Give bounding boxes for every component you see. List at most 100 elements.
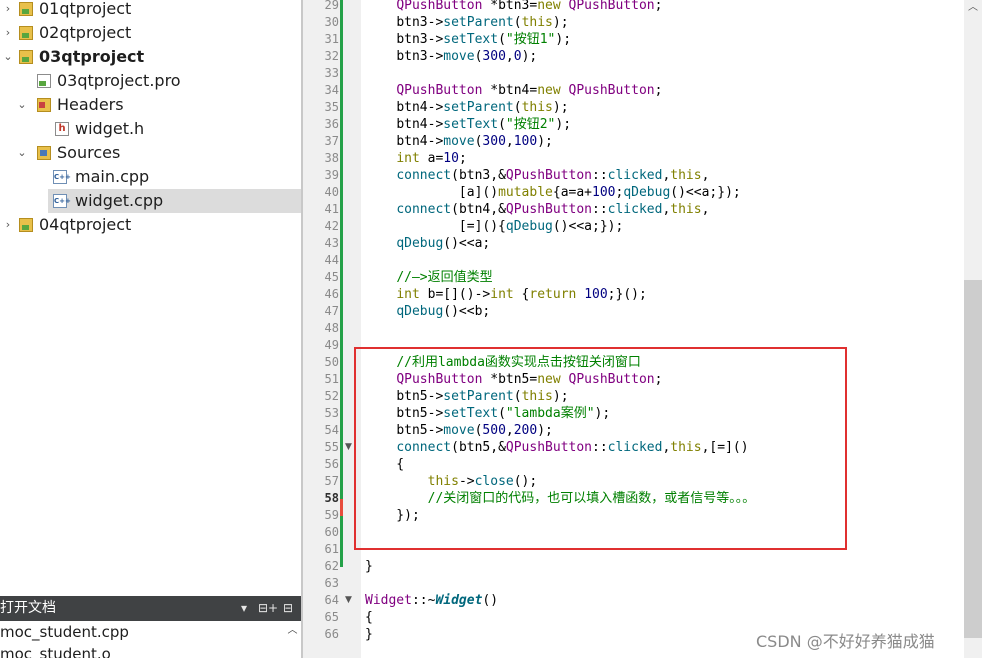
code-line[interactable]: btn3->setText("按钮1"); xyxy=(365,31,571,48)
tree-item-label: 04qtproject xyxy=(39,215,132,234)
line-number: 31 xyxy=(324,32,339,46)
line-number: 61 xyxy=(324,542,339,556)
line-number: 37 xyxy=(324,134,339,148)
chevron-right-icon[interactable]: › xyxy=(2,21,14,45)
tree-item-03qtproject[interactable]: ⌄ 03qtproject xyxy=(0,45,301,69)
line-number: 34 xyxy=(324,83,339,97)
line-number: 46 xyxy=(324,287,339,301)
dropdown-arrow-icon[interactable]: ▾ xyxy=(241,596,247,621)
highlight-annotation-box xyxy=(354,347,847,550)
scroll-up-icon[interactable]: ︿ xyxy=(964,0,982,16)
tree-item-headers[interactable]: ⌄ Headers xyxy=(0,93,301,117)
project-icon xyxy=(19,2,33,16)
code-line[interactable]: QPushButton *btn3=new QPushButton; xyxy=(365,0,662,14)
line-number: 63 xyxy=(324,576,339,590)
watermark: CSDN @不好好养猫成猫 xyxy=(756,632,935,651)
tree-item-label: 03qtproject xyxy=(39,47,145,66)
tree-item-sources[interactable]: ⌄ Sources xyxy=(0,141,301,165)
tree-item-widget-h[interactable]: h widget.h xyxy=(0,117,301,141)
tree-item-label: 01qtproject xyxy=(39,0,132,18)
line-number: 65 xyxy=(324,610,339,624)
code-line[interactable]: { xyxy=(365,609,373,626)
code-line[interactable]: } xyxy=(365,558,373,575)
tree-item-04qtproject[interactable]: › 04qtproject xyxy=(0,213,301,237)
line-number: 40 xyxy=(324,185,339,199)
line-number: 52 xyxy=(324,389,339,403)
chevron-down-icon[interactable]: ⌄ xyxy=(16,141,28,165)
cpp-file-icon: C++ xyxy=(53,194,71,208)
line-number: 41 xyxy=(324,202,339,216)
code-line[interactable]: btn3->setParent(this); xyxy=(365,14,568,31)
tree-item-label: widget.cpp xyxy=(75,191,164,210)
line-number: 29 xyxy=(324,0,339,12)
open-document-item[interactable]: moc_student.o xyxy=(0,643,111,658)
chevron-right-icon[interactable]: › xyxy=(2,213,14,237)
scrollbar-thumb[interactable] xyxy=(964,280,982,638)
open-documents-header: 打开文档 ▾ ⊟+ ⊟ xyxy=(0,596,301,621)
project-tree: › 01qtproject › 02qtproject ⌄ 03qtprojec… xyxy=(0,0,301,596)
code-line[interactable]: btn3->move(300,0); xyxy=(365,48,537,65)
line-number: 39 xyxy=(324,168,339,182)
line-number: 38 xyxy=(324,151,339,165)
code-line[interactable]: btn4->move(300,100); xyxy=(365,133,553,150)
chevron-right-icon[interactable]: › xyxy=(2,0,14,21)
fold-margin xyxy=(341,0,361,658)
split-icon[interactable]: ⊟+ xyxy=(258,596,278,621)
open-document-item[interactable]: moc_student.cpp xyxy=(0,621,129,643)
tree-item-pro-file[interactable]: 03qtproject.pro xyxy=(0,69,301,93)
tree-item-label: widget.h xyxy=(75,119,145,138)
line-number: 60 xyxy=(324,525,339,539)
tree-item-label: Sources xyxy=(57,143,121,162)
code-line[interactable]: int a=10; xyxy=(365,150,466,167)
code-line[interactable]: [a]()mutable{a=a+100;qDebug()<<a;}); xyxy=(365,184,741,201)
line-number: 43 xyxy=(324,236,339,250)
project-icon xyxy=(19,50,33,64)
line-number: 35 xyxy=(324,100,339,114)
line-number: 56 xyxy=(324,457,339,471)
line-number: 64 xyxy=(324,593,339,607)
code-line[interactable]: QPushButton *btn4=new QPushButton; xyxy=(365,82,662,99)
line-number: 42 xyxy=(324,219,339,233)
sources-folder-icon xyxy=(37,146,51,160)
code-line[interactable]: btn4->setText("按钮2"); xyxy=(365,116,571,133)
fold-arrow-icon[interactable]: ▼ xyxy=(345,592,355,609)
code-line[interactable]: connect(btn3,&QPushButton::clicked,this, xyxy=(365,167,709,184)
tree-item-label: main.cpp xyxy=(75,167,150,186)
tree-item-01qtproject[interactable]: › 01qtproject xyxy=(0,0,301,21)
code-line[interactable]: int b=[]()->int {return 100;}(); xyxy=(365,286,647,303)
line-number: 57 xyxy=(324,474,339,488)
line-number: 51 xyxy=(324,372,339,386)
unsaved-line-marker xyxy=(340,499,343,516)
code-line[interactable]: connect(btn4,&QPushButton::clicked,this, xyxy=(365,201,709,218)
scroll-up-icon[interactable]: ︿ xyxy=(284,621,301,641)
code-line[interactable]: qDebug()<<b; xyxy=(365,303,490,320)
open-documents-list: moc_student.cpp moc_student.o ︿ xyxy=(0,621,301,658)
line-number: 48 xyxy=(324,321,339,335)
code-line[interactable]: //—>返回值类型 xyxy=(365,269,492,286)
close-panel-icon[interactable]: ⊟ xyxy=(283,596,293,621)
open-documents-title: 打开文档 xyxy=(0,600,56,616)
code-line[interactable]: Widget::~Widget() xyxy=(365,592,498,609)
code-line[interactable]: qDebug()<<a; xyxy=(365,235,490,252)
line-number: 66 xyxy=(324,627,339,641)
chevron-down-icon[interactable]: ⌄ xyxy=(2,45,14,69)
code-line[interactable]: [=](){qDebug()<<a;}); xyxy=(365,218,623,235)
tree-item-widget-cpp[interactable]: C++ widget.cpp xyxy=(48,189,301,213)
tree-item-main-cpp[interactable]: C++ main.cpp xyxy=(0,165,301,189)
code-line[interactable]: } xyxy=(365,626,373,643)
line-number: 55 xyxy=(324,440,339,454)
headers-folder-icon xyxy=(37,98,51,112)
line-number: 36 xyxy=(324,117,339,131)
line-number: 50 xyxy=(324,355,339,369)
project-icon xyxy=(19,26,33,40)
pro-file-icon xyxy=(37,74,51,88)
cpp-file-icon: C++ xyxy=(53,170,71,184)
line-number: 32 xyxy=(324,49,339,63)
line-number: 33 xyxy=(324,66,339,80)
line-number: 62 xyxy=(324,559,339,573)
line-number: 58 xyxy=(324,491,339,505)
code-line[interactable]: btn4->setParent(this); xyxy=(365,99,568,116)
line-number: 45 xyxy=(324,270,339,284)
chevron-down-icon[interactable]: ⌄ xyxy=(16,93,28,117)
tree-item-02qtproject[interactable]: › 02qtproject xyxy=(0,21,301,45)
